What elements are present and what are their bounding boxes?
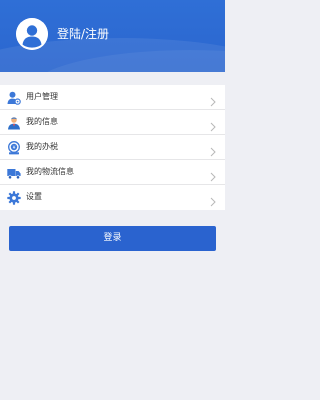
gear-icon [7, 190, 21, 205]
person-info-icon [7, 115, 21, 130]
menu-item-label: 我的信息 [26, 117, 58, 126]
chevron-right-icon [210, 142, 216, 157]
profile-header: 登陆/注册 [0, 0, 225, 72]
menu-item-settings[interactable]: 设置 [0, 185, 225, 210]
chevron-right-icon [210, 167, 216, 182]
menu-list: 用户管理 我的信息 ¥ 我的办税 我的物流信息 设置 [0, 85, 225, 210]
menu-item-label: 我的办税 [26, 142, 58, 151]
chevron-right-icon [210, 92, 216, 107]
svg-text:¥: ¥ [13, 145, 16, 151]
menu-item-my-info[interactable]: 我的信息 [0, 110, 225, 135]
menu-item-user-management[interactable]: 用户管理 [0, 85, 225, 110]
user-avatar-icon[interactable] [16, 18, 48, 50]
tax-icon: ¥ [7, 140, 21, 155]
menu-item-label: 用户管理 [26, 92, 58, 101]
chevron-right-icon [210, 117, 216, 132]
menu-item-logistics[interactable]: 我的物流信息 [0, 160, 225, 185]
menu-item-label: 我的物流信息 [26, 167, 74, 176]
menu-item-my-tax[interactable]: ¥ 我的办税 [0, 135, 225, 160]
login-button[interactable]: 登录 [9, 226, 216, 251]
chevron-right-icon [210, 192, 216, 207]
truck-icon [7, 165, 21, 180]
user-settings-icon [7, 90, 21, 105]
login-register-link[interactable]: 登陆/注册 [57, 25, 109, 42]
menu-item-label: 设置 [26, 192, 42, 201]
